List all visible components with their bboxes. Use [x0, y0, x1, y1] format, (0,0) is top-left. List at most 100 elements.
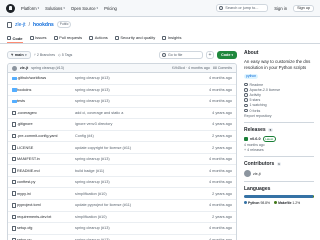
file-commit-message[interactable]: spring cleanup (#13) — [75, 99, 192, 103]
table-row[interactable]: pyproject.toml update pyproject for licen… — [8, 200, 236, 212]
table-row[interactable]: setup.pyspring cleanup (#13)4 months ago — [8, 235, 236, 240]
commit-author[interactable]: zle-jt — [20, 66, 28, 70]
nav-solutions[interactable]: Solutions ▾ — [45, 6, 65, 11]
graph-icon — [162, 35, 167, 40]
file-commit-message[interactable]: build badge (#11) — [75, 169, 192, 173]
tab-pull-requests[interactable]: Pull requests — [53, 35, 82, 43]
branch-icon: ⑂ — [33, 52, 36, 57]
table-row[interactable]: README.md build badge (#11) 4 months ago — [8, 165, 236, 177]
file-commit-message[interactable]: spring cleanup (#13) — [75, 88, 192, 92]
file-browser: ⑂ main ▾ ⑂ 2 Branches ◇ 5 Tags Go to file + … — [7, 50, 237, 240]
table-row[interactable]: mypy.ini simplification (#10) 2 years ago — [8, 188, 236, 201]
file-name[interactable]: tests — [17, 99, 75, 103]
table-row[interactable]: .coveragerc add ci, coverage and static a… — [8, 108, 236, 120]
code-button[interactable]: Code ▾ — [216, 50, 237, 59]
latest-release[interactable]: v0.6.0 Latest — [244, 136, 314, 143]
file-rows: .github/workflows spring cleanup (#13) 4 m… — [8, 73, 236, 240]
file-name[interactable]: README.md — [17, 169, 75, 173]
file-date: 4 months ago — [208, 168, 232, 173]
file-commit-message[interactable]: simplification (#10) — [75, 192, 192, 196]
nav-open-source[interactable]: Open Source ▾ — [71, 6, 98, 11]
releases-count: 5 — [268, 128, 273, 133]
forks-link[interactable]: 0 forks — [244, 108, 314, 113]
search-input[interactable]: Search or jump to... — [216, 4, 269, 12]
sidebar-label: 1 watching — [249, 103, 267, 108]
report-repository-link[interactable]: Report repository — [244, 114, 314, 118]
file-name[interactable]: LICENSE — [17, 146, 75, 150]
add-file-button[interactable]: + — [205, 50, 214, 59]
language-bar — [244, 195, 314, 198]
nav-label: Platform — [21, 5, 37, 11]
search-placeholder: Search or jump to... — [225, 6, 259, 10]
repo-owner-link[interactable]: zle-jt — [15, 22, 26, 28]
table-row[interactable]: MANIFEST.in spring cleanup (#13) 4 months … — [8, 154, 236, 166]
file-name[interactable]: .github/workflows — [17, 76, 75, 80]
table-row[interactable]: requirements-dev.txt simplification (#10)… — [8, 212, 236, 224]
releases-title[interactable]: Releases 5 — [244, 127, 314, 133]
branches-link[interactable]: ⑂ 2 Branches — [34, 53, 55, 57]
file-name[interactable]: conftest.py — [17, 180, 75, 184]
tab-code[interactable]: Code — [7, 36, 23, 43]
table-row[interactable]: tests spring cleanup (#13) 4 months ago — [8, 96, 236, 108]
table-row[interactable]: .gitignore ignore venv3 directory 4 years … — [8, 119, 236, 131]
contributor[interactable]: zle-jt — [244, 170, 314, 178]
table-row[interactable]: .github/workflows spring cleanup (#13) 4 m… — [8, 73, 236, 85]
file-commit-message[interactable]: spring cleanup (#13) — [75, 226, 192, 230]
tab-security[interactable]: Security and quality — [114, 35, 155, 43]
tab-actions[interactable]: Actions — [89, 35, 108, 43]
go-to-file-input[interactable]: Go to file — [158, 50, 203, 59]
go-to-file-placeholder: Go to file — [167, 52, 183, 57]
table-row[interactable]: .pre-commit-config.yaml Config (#4) 2 year… — [8, 131, 236, 143]
sidebar-label: Apache-2.0 license — [249, 87, 281, 92]
branch-selector[interactable]: ⑂ main ▾ — [7, 50, 31, 59]
file-name[interactable]: setup.cfg — [17, 226, 75, 230]
sidebar-label: 5 stars — [249, 98, 261, 103]
file-commit-message[interactable]: spring cleanup (#13) — [75, 76, 192, 80]
file-name[interactable]: .gitignore — [17, 122, 75, 126]
file-name[interactable]: mypy.ini — [17, 192, 75, 196]
release-name: v0.6.0 — [250, 137, 261, 142]
tab-issues[interactable]: Issues — [29, 35, 47, 43]
file-name[interactable]: .pre-commit-config.yaml — [17, 134, 75, 138]
language-name: Python — [248, 200, 260, 205]
file-name[interactable]: requirements-dev.txt — [17, 215, 75, 219]
file-commit-message[interactable]: spring cleanup (#13) — [75, 180, 192, 184]
tags-link[interactable]: ◇ 5 Tags — [58, 53, 72, 57]
github-logo-icon[interactable] — [6, 3, 15, 13]
file-commit-message[interactable]: update pyproject for license (#11) — [75, 203, 192, 207]
commit-hash[interactable]: f1945cd · 4 months ago — [172, 66, 210, 70]
nav-label: Open Source — [70, 5, 96, 11]
contributors-title[interactable]: Contributors 1 — [244, 161, 314, 167]
file-commit-message[interactable]: update copyright for license (#11) — [75, 146, 192, 150]
file-commit-message[interactable]: simplification (#10) — [75, 215, 192, 219]
language-item[interactable]: Makefile 1.2% — [274, 200, 300, 205]
language-item[interactable]: Python 98.8% — [244, 200, 270, 205]
file-name[interactable]: pyproject.toml — [17, 203, 75, 207]
tab-insights[interactable]: Insights — [162, 35, 182, 43]
commit-message[interactable]: spring cleanup (#13) — [31, 66, 64, 70]
tab-label: Insights — [167, 35, 182, 40]
repo-name-link[interactable]: hookdns — [33, 22, 54, 28]
file-name[interactable]: hookdns — [17, 88, 75, 92]
file-commit-message[interactable]: Config (#4) — [75, 134, 192, 138]
file-commit-message[interactable]: add ci, coverage and static a — [75, 111, 192, 115]
table-row[interactable]: conftest.py spring cleanup (#13) 4 months … — [8, 177, 236, 189]
file-name[interactable]: MANIFEST.in — [17, 157, 75, 161]
topic-tag[interactable]: python — [244, 74, 259, 79]
file-commit-message[interactable]: spring cleanup (#13) — [75, 157, 192, 161]
file-name[interactable]: .coveragerc — [17, 111, 75, 115]
nav-platform[interactable]: Platform ▾ — [21, 6, 39, 11]
sign-in-link[interactable]: Sign in — [274, 6, 287, 11]
chevron-down-icon: ▾ — [25, 52, 27, 57]
search-icon — [161, 52, 166, 57]
search-icon — [219, 6, 224, 10]
table-row[interactable]: setup.cfg spring cleanup (#13) 4 months ag… — [8, 223, 236, 235]
commit-count[interactable]: 88 Commits — [213, 66, 232, 70]
table-row[interactable]: LICENSE update copyright for license (#11… — [8, 142, 236, 154]
more-releases-link[interactable]: + 4 releases — [244, 148, 314, 152]
sign-up-button[interactable]: Sign up — [293, 4, 314, 12]
file-date: 4 years ago — [212, 110, 232, 115]
file-commit-message[interactable]: ignore venv3 directory — [75, 122, 192, 126]
nav-pricing[interactable]: Pricing — [104, 6, 117, 11]
table-row[interactable]: hookdns spring cleanup (#13) 4 months ago — [8, 85, 236, 97]
